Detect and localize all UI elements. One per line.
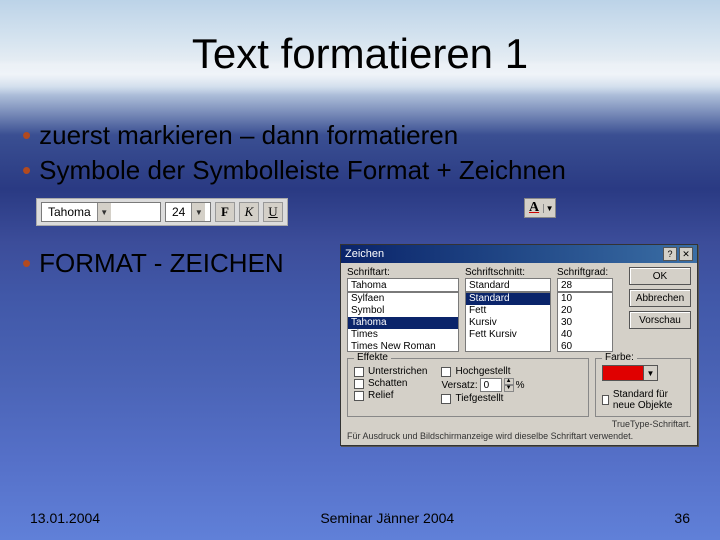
underline-button[interactable]: U — [263, 202, 283, 222]
font-color-icon: A — [525, 200, 543, 216]
chevron-down-icon[interactable]: ▼ — [191, 203, 205, 221]
subscript-checkbox[interactable]: Tiefgestellt — [441, 393, 524, 404]
chevron-down-icon[interactable]: ▼ — [97, 203, 111, 221]
close-button[interactable]: ✕ — [679, 247, 693, 261]
bold-button[interactable]: F — [215, 202, 235, 222]
superscript-checkbox[interactable]: Hochgestellt — [441, 366, 524, 377]
offset-unit: % — [516, 380, 525, 391]
dialog-hint-2: Für Ausdruck und Bildschirmanzeige wird … — [347, 431, 691, 441]
effects-legend: Effekte — [354, 352, 391, 363]
character-dialog: Zeichen ? ✕ OK Abbrechen Vorschau Schrif… — [340, 244, 698, 446]
list-item[interactable]: 20 — [558, 305, 612, 317]
list-item[interactable]: 40 — [558, 329, 612, 341]
color-picker[interactable]: ▼ — [602, 365, 658, 381]
bullet-2: • Symbole der Symbolleiste Format + Zeic… — [22, 155, 702, 186]
font-family-value: Tahoma — [42, 205, 97, 219]
footer-page: 36 — [674, 510, 690, 526]
list-item[interactable]: 60 — [558, 341, 612, 352]
color-swatch — [603, 366, 643, 380]
format-toolbar: Tahoma ▼ 24 ▼ F K U — [36, 198, 288, 226]
offset-label: Versatz: — [441, 380, 477, 391]
list-item[interactable]: Standard — [466, 293, 550, 305]
font-color-button[interactable]: A ▼ — [524, 198, 556, 218]
font-family-combo[interactable]: Tahoma ▼ — [41, 202, 161, 222]
bullet-dot-icon: • — [22, 250, 31, 276]
list-item[interactable]: Kursiv — [466, 317, 550, 329]
dialog-hint-1: TrueType-Schriftart. — [347, 419, 691, 429]
bullet-text: FORMAT - ZEICHEN — [39, 248, 284, 279]
chevron-down-icon[interactable]: ▼ — [643, 366, 657, 380]
font-size-value: 24 — [166, 205, 191, 219]
relief-checkbox[interactable]: Relief — [354, 390, 427, 401]
bullet-text: zuerst markieren – dann formatieren — [39, 120, 458, 151]
list-item[interactable]: Symbol — [348, 305, 458, 317]
list-item[interactable]: Times — [348, 329, 458, 341]
offset-input[interactable]: 0 — [480, 378, 502, 392]
italic-button[interactable]: K — [239, 202, 259, 222]
offset-stepper[interactable]: ▲▼ — [504, 378, 514, 392]
list-item[interactable]: Times New Roman — [348, 341, 458, 352]
size-label: Schriftgrad: — [557, 267, 613, 278]
style-input[interactable]: Standard — [465, 278, 551, 292]
font-listbox[interactable]: Sylfaen Symbol Tahoma Times Times New Ro… — [347, 292, 459, 352]
shadow-checkbox[interactable]: Schatten — [354, 378, 427, 389]
size-input[interactable]: 28 — [557, 278, 613, 292]
color-group: Farbe: ▼ Standard für neue Objekte — [595, 358, 691, 417]
effects-group: Effekte Unterstrichen Schatten Relief Ho… — [347, 358, 589, 417]
footer-center: Seminar Jänner 2004 — [320, 510, 454, 526]
bullet-1: • zuerst markieren – dann formatieren — [22, 120, 702, 151]
style-listbox[interactable]: Standard Fett Kursiv Fett Kursiv — [465, 292, 551, 352]
list-item[interactable]: Fett — [466, 305, 550, 317]
cancel-button[interactable]: Abbrechen — [629, 289, 691, 307]
size-listbox[interactable]: 10 20 30 40 60 — [557, 292, 613, 352]
dialog-title: Zeichen — [345, 248, 384, 260]
dialog-titlebar: Zeichen ? ✕ — [341, 245, 697, 263]
list-item[interactable]: Fett Kursiv — [466, 329, 550, 341]
chevron-down-icon[interactable]: ▼ — [543, 204, 555, 213]
underline-checkbox[interactable]: Unterstrichen — [354, 366, 427, 377]
bullet-dot-icon: • — [22, 122, 31, 148]
help-button[interactable]: ? — [663, 247, 677, 261]
footer-date: 13.01.2004 — [30, 510, 100, 526]
ok-button[interactable]: OK — [629, 267, 691, 285]
preview-button[interactable]: Vorschau — [629, 311, 691, 329]
bullet-text: Symbole der Symbolleiste Format + Zeichn… — [39, 155, 566, 186]
style-label: Schriftschnitt: — [465, 267, 551, 278]
list-item[interactable]: Sylfaen — [348, 293, 458, 305]
slide-footer: 13.01.2004 Seminar Jänner 2004 36 — [0, 510, 720, 526]
color-legend: Farbe: — [602, 352, 637, 363]
slide-title: Text formatieren 1 — [0, 30, 720, 78]
list-item[interactable]: 30 — [558, 317, 612, 329]
bullet-3: • FORMAT - ZEICHEN — [22, 248, 284, 279]
default-new-checkbox[interactable]: Standard für neue Objekte — [602, 389, 684, 411]
font-label: Schriftart: — [347, 267, 459, 278]
font-size-combo[interactable]: 24 ▼ — [165, 202, 211, 222]
list-item[interactable]: Tahoma — [348, 317, 458, 329]
font-input[interactable]: Tahoma — [347, 278, 459, 292]
list-item[interactable]: 10 — [558, 293, 612, 305]
bullet-dot-icon: • — [22, 157, 31, 183]
